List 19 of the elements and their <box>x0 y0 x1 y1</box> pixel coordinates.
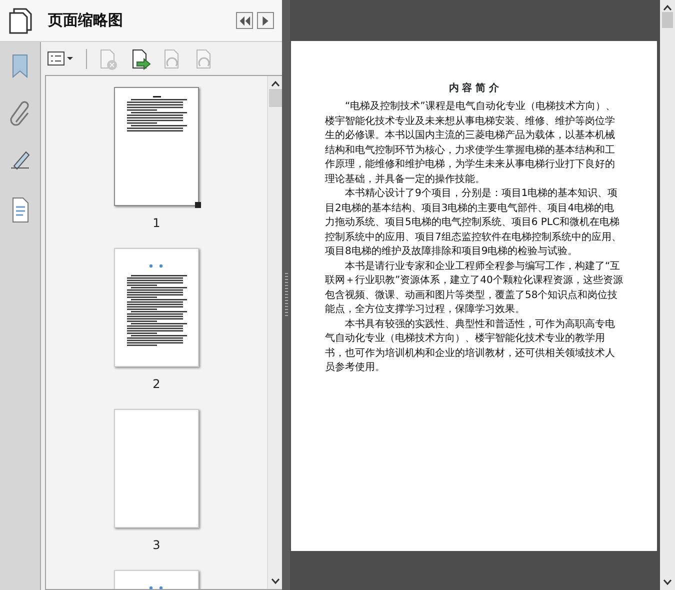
paragraph: “电梯及控制技术”课程是电气自动化专业（电梯技术方向）、楼宇智能化技术专业及未来想从事电梯安装、维修、维护等岗位学生的必修课。本书以国内主流的三菱电梯产品为载体，以基本机械结构和电气控制环节为核心，力求使学生掌握电梯的基本结构和工作原理，能维修和维护电梯，为学生未来从事电梯行业打下良好的理论基础，并具备一定的操作技能。 <box>325 100 616 186</box>
pages-icon <box>8 6 34 34</box>
right-arrow-button[interactable] <box>257 12 274 29</box>
page-thumbnail[interactable] <box>114 248 199 367</box>
page-thumbnail[interactable] <box>114 409 199 528</box>
double-left-arrow-button[interactable] <box>236 12 253 29</box>
paragraph: 本书是请行业专家和企业工程师全程参与编写工作，构建了“互联网＋行业职教”资源体系，建立了40个颗粒化课程资源，这些资源包含视频、微课、动画和图片等类型，覆盖了58个知识点和岗位技能点，全方位支撑学习过程，保障学习效果。 <box>325 260 623 317</box>
scrollbar-thumb[interactable] <box>662 12 673 28</box>
paragraph: 本书具有较强的实践性、典型性和普适性，可作为高职高专电气自动化专业（电梯技术方向）、楼宇智能化技术专业的教学用书，也可作为培训机构和企业的培训教材，还可供相关领域技术人员参考使用。 <box>325 318 616 375</box>
scrollbar-thumb[interactable] <box>268 89 282 107</box>
page-number: 3 <box>152 537 160 554</box>
paragraph: 本书精心设计了9个项目，分别是：项目1电梯的基本知识、项目2电梯的基本结构、项目3电梯的主要电气部件、项目4电梯的电力拖动系统、项目5电梯的电气控制系统、项目6 PLC和微机在电梯控制系统中的应用、项目7组态监控软件在电梯控制系统中的应用、项目8电梯的维护及故障排除和项目9电梯的检验与试验。 <box>325 187 622 259</box>
paperclip-icon[interactable] <box>8 100 32 128</box>
page-thumbnail[interactable] <box>114 87 199 206</box>
page-number: 2 <box>152 376 160 393</box>
panel-title: 页面缩略图 <box>48 10 123 32</box>
double-left-arrow-icon <box>237 14 252 28</box>
page-number: 1 <box>152 215 160 232</box>
document-heading: 内 容 简 介 <box>448 81 500 96</box>
